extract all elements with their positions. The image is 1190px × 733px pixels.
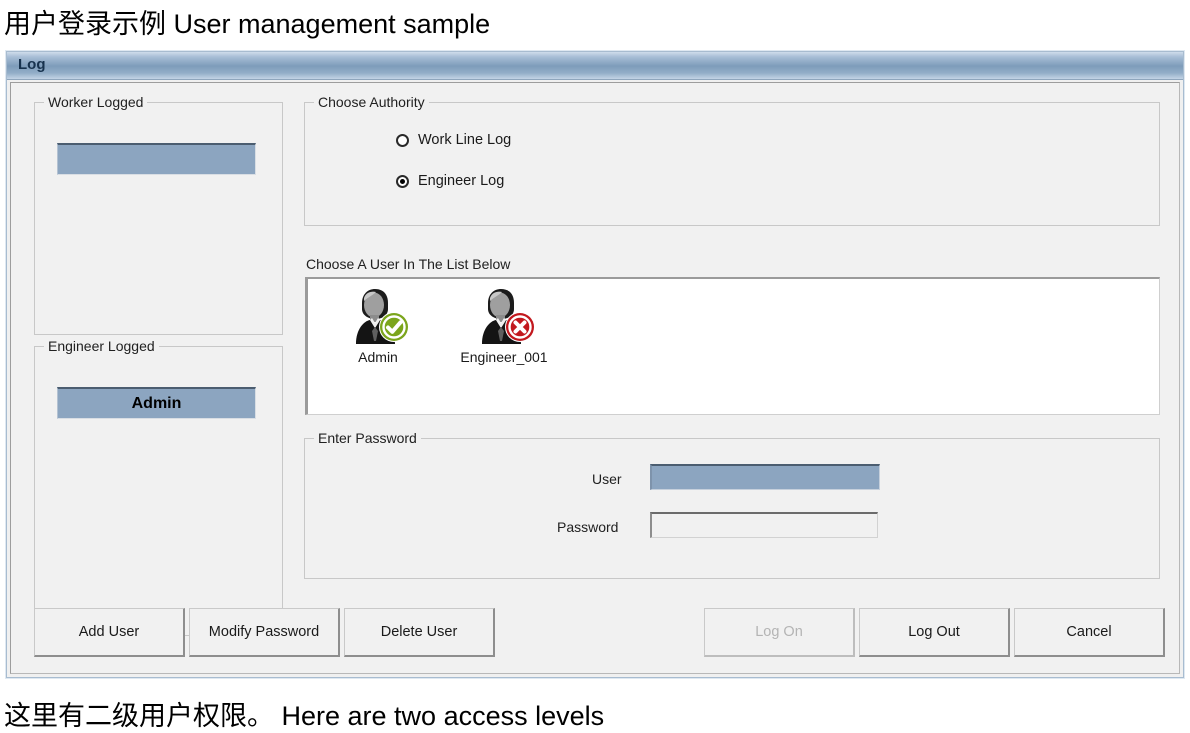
user-tile-admin[interactable]: Admin [330, 287, 426, 365]
user-input[interactable] [652, 466, 879, 489]
radio-engineer-log-label: Engineer Log [418, 173, 505, 189]
radio-work-line-log-label: Work Line Log [418, 132, 512, 148]
group-choose-authority-label: Choose Authority [314, 94, 429, 110]
user-field-label: User [592, 471, 622, 487]
group-enter-password: Enter Password User Password [304, 430, 1160, 579]
bottom-caption-text: 这里有二级用户权限。 Here are two access levels [4, 701, 605, 731]
window-titlebar[interactable]: Log [7, 52, 1183, 80]
user-tile-engineer-001[interactable]: Engineer_001 [456, 287, 552, 365]
user-list-label: Choose A User In The List Below [306, 256, 511, 272]
radio-unchecked-icon [396, 133, 409, 147]
password-field[interactable] [650, 512, 878, 538]
user-avatar-engineer-001 [474, 287, 535, 345]
group-choose-authority: Choose Authority Work Line Log Engineer … [304, 94, 1160, 226]
log-window: Log Worker Logged Engineer Logged Admin … [6, 51, 1184, 678]
check-badge-icon [379, 312, 409, 342]
group-enter-password-label: Enter Password [314, 430, 421, 446]
engineer-logged-selected-item[interactable]: Admin [57, 387, 256, 419]
log-out-button[interactable]: Log Out [859, 608, 1010, 657]
group-engineer-logged: Engineer Logged Admin [34, 338, 283, 636]
worker-logged-selected-item[interactable] [57, 143, 256, 175]
add-user-button[interactable]: Add User [34, 608, 185, 657]
group-worker-logged-label: Worker Logged [44, 94, 148, 110]
window-client-area: Worker Logged Engineer Logged Admin Choo… [10, 82, 1180, 674]
password-input[interactable] [652, 514, 877, 537]
delete-user-button[interactable]: Delete User [344, 608, 495, 657]
user-tile-engineer-001-label: Engineer_001 [460, 349, 548, 365]
password-field-label: Password [557, 519, 619, 535]
window-title: Log [18, 56, 46, 73]
radio-checked-icon [396, 174, 409, 188]
cross-badge-icon [505, 312, 535, 342]
group-engineer-logged-label: Engineer Logged [44, 338, 159, 354]
group-worker-logged: Worker Logged [34, 94, 283, 335]
cancel-button[interactable]: Cancel [1014, 608, 1165, 657]
modify-password-button[interactable]: Modify Password [189, 608, 340, 657]
radio-engineer-log[interactable]: Engineer Log [396, 173, 504, 189]
user-listview[interactable]: Admin Engineer_001 [305, 277, 1160, 415]
radio-work-line-log[interactable]: Work Line Log [396, 132, 511, 148]
top-caption-text: 用户登录示例 User management sample [4, 9, 491, 39]
user-avatar-admin [348, 287, 409, 345]
user-tile-admin-label: Admin [358, 349, 398, 365]
user-field[interactable] [650, 464, 880, 490]
log-on-button[interactable]: Log On [704, 608, 855, 657]
